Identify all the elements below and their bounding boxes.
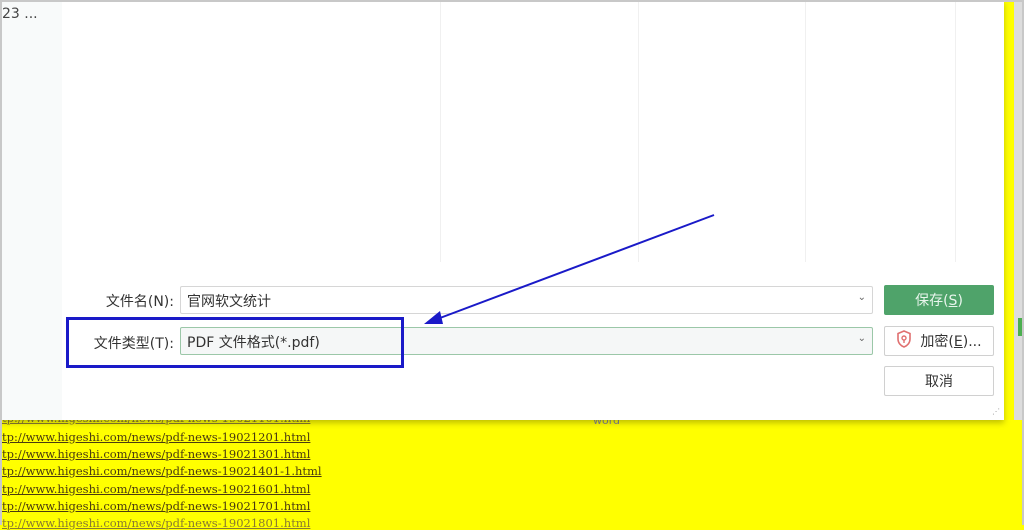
annotation-arrow-icon bbox=[424, 214, 715, 324]
